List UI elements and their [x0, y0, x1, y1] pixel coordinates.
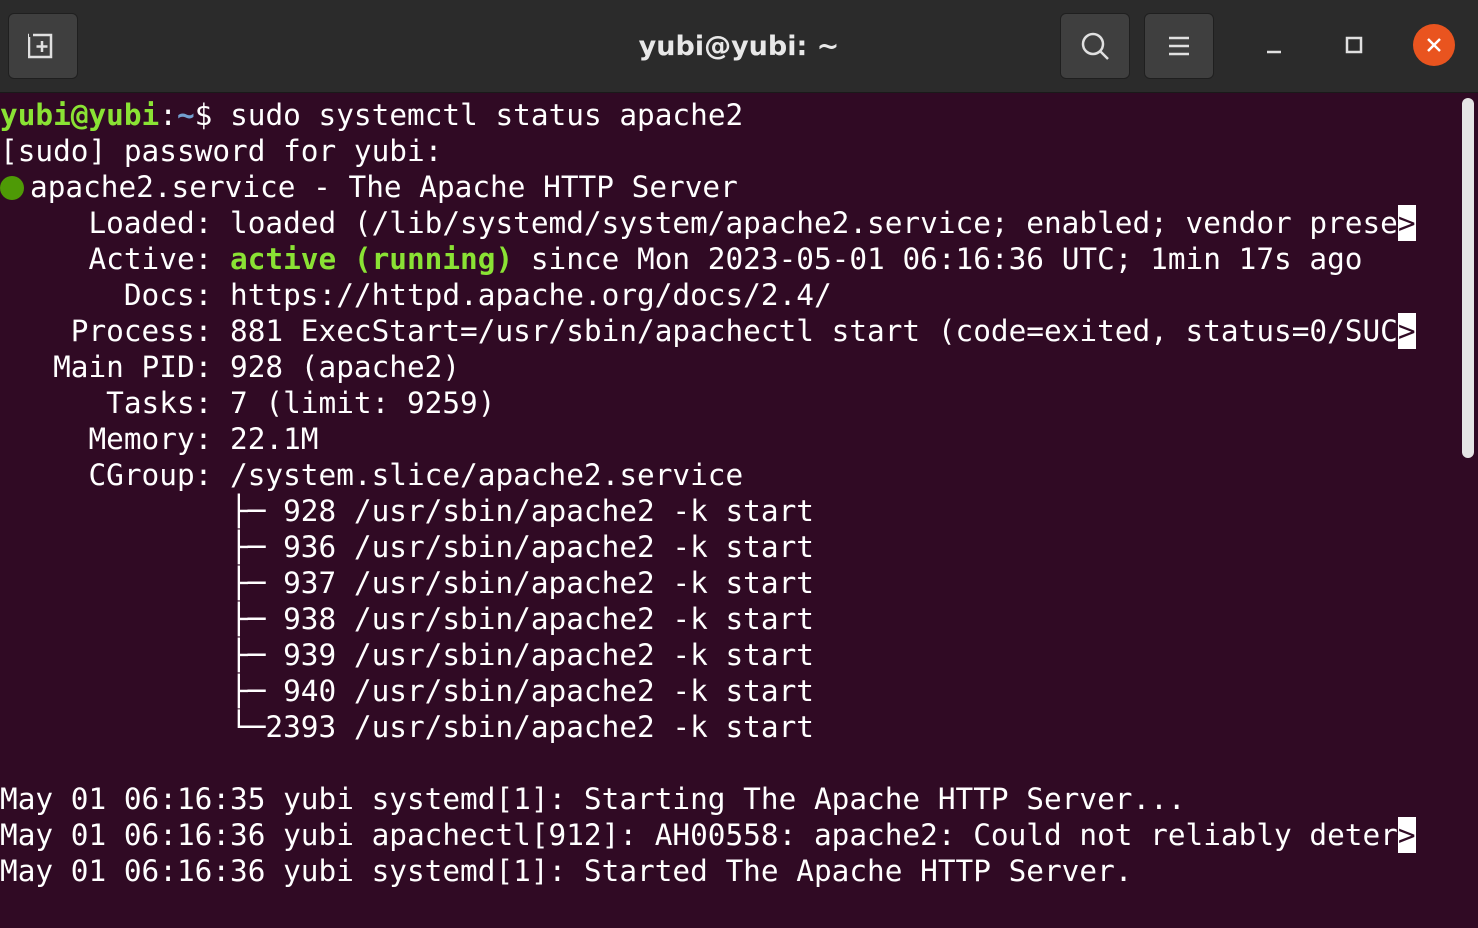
scrollbar-thumb[interactable]: [1462, 98, 1474, 458]
prompt-line: yubi@yubi:~$ sudo systemctl status apach…: [0, 97, 743, 133]
command-text: sudo systemctl status apache2: [230, 98, 744, 132]
menu-button[interactable]: [1144, 13, 1214, 79]
loaded-value: loaded (/lib/systemd/system/apache2.serv…: [230, 206, 1398, 240]
search-icon: [1081, 32, 1109, 60]
terminal-output[interactable]: yubi@yubi:~$ sudo systemctl status apach…: [0, 94, 1450, 928]
service-header-text: apache2.service - The Apache HTTP Server: [30, 170, 738, 204]
cgroup-line: CGroup: /system.slice/apache2.service: [0, 458, 744, 492]
loaded-line: Loaded: loaded (/lib/systemd/system/apac…: [0, 205, 1416, 241]
close-icon: [1427, 38, 1441, 52]
prompt-path: ~: [176, 98, 195, 132]
process-line: Process: 881 ExecStart=/usr/sbin/apachec…: [0, 313, 1416, 349]
log-line: May 01 06:16:36 yubi systemd[1]: Started…: [0, 854, 1133, 888]
maximize-button[interactable]: [1333, 24, 1375, 66]
search-button[interactable]: [1060, 13, 1130, 79]
cgroup-child-line: ├─ 928 /usr/sbin/apache2 -k start: [0, 494, 814, 528]
active-state: active (running): [230, 242, 514, 276]
cgroup-child-line: ├─ 937 /usr/sbin/apache2 -k start: [0, 566, 814, 600]
prompt-user: yubi@yubi: [0, 98, 160, 132]
titlebar: yubi@yubi: ~: [0, 0, 1478, 93]
new-tab-button[interactable]: [8, 13, 78, 79]
cgroup-child-line: ├─ 938 /usr/sbin/apache2 -k start: [0, 602, 814, 636]
sudo-prompt-line: [sudo] password for yubi:: [0, 134, 443, 168]
log-line: May 01 06:16:35 yubi systemd[1]: Startin…: [0, 782, 1186, 816]
cgroup-child-line: ├─ 940 /usr/sbin/apache2 -k start: [0, 674, 814, 708]
prompt-separator: :: [159, 98, 177, 132]
overflow-marker: >: [1397, 205, 1416, 241]
minimize-icon: [1267, 50, 1281, 54]
cgroup-child-line: └─2393 /usr/sbin/apache2 -k start: [0, 710, 814, 744]
docs-line: Docs: https://httpd.apache.org/docs/2.4/: [0, 278, 832, 312]
log-text: May 01 06:16:36 yubi apachectl[912]: AH0…: [0, 818, 1398, 852]
log-line: May 01 06:16:36 yubi apachectl[912]: AH0…: [0, 817, 1416, 853]
maximize-icon: [1345, 36, 1363, 54]
new-tab-icon: [28, 33, 53, 59]
active-rest: since Mon 2023-05-01 06:16:36 UTC; 1min …: [513, 242, 1363, 276]
cgroup-child-line: ├─ 936 /usr/sbin/apache2 -k start: [0, 530, 814, 564]
minimize-button[interactable]: [1253, 24, 1295, 66]
prompt-symbol: $: [194, 98, 231, 132]
overflow-marker: >: [1397, 817, 1416, 853]
hamburger-menu-icon: [1169, 36, 1189, 56]
tasks-line: Tasks: 7 (limit: 9259): [0, 386, 496, 420]
loaded-label: Loaded:: [0, 206, 231, 240]
close-button[interactable]: [1413, 24, 1455, 66]
memory-line: Memory: 22.1M: [0, 422, 319, 456]
active-label: Active:: [0, 242, 231, 276]
cgroup-child-line: ├─ 939 /usr/sbin/apache2 -k start: [0, 638, 814, 672]
process-text: Process: 881 ExecStart=/usr/sbin/apachec…: [0, 314, 1398, 348]
overflow-marker: >: [1397, 313, 1416, 349]
active-line: Active: active (running) since Mon 2023-…: [0, 241, 1363, 277]
service-header-line: apache2.service - The Apache HTTP Server: [0, 169, 738, 205]
service-status-dot-icon: [0, 176, 24, 200]
main-pid-line: Main PID: 928 (apache2): [0, 350, 461, 384]
